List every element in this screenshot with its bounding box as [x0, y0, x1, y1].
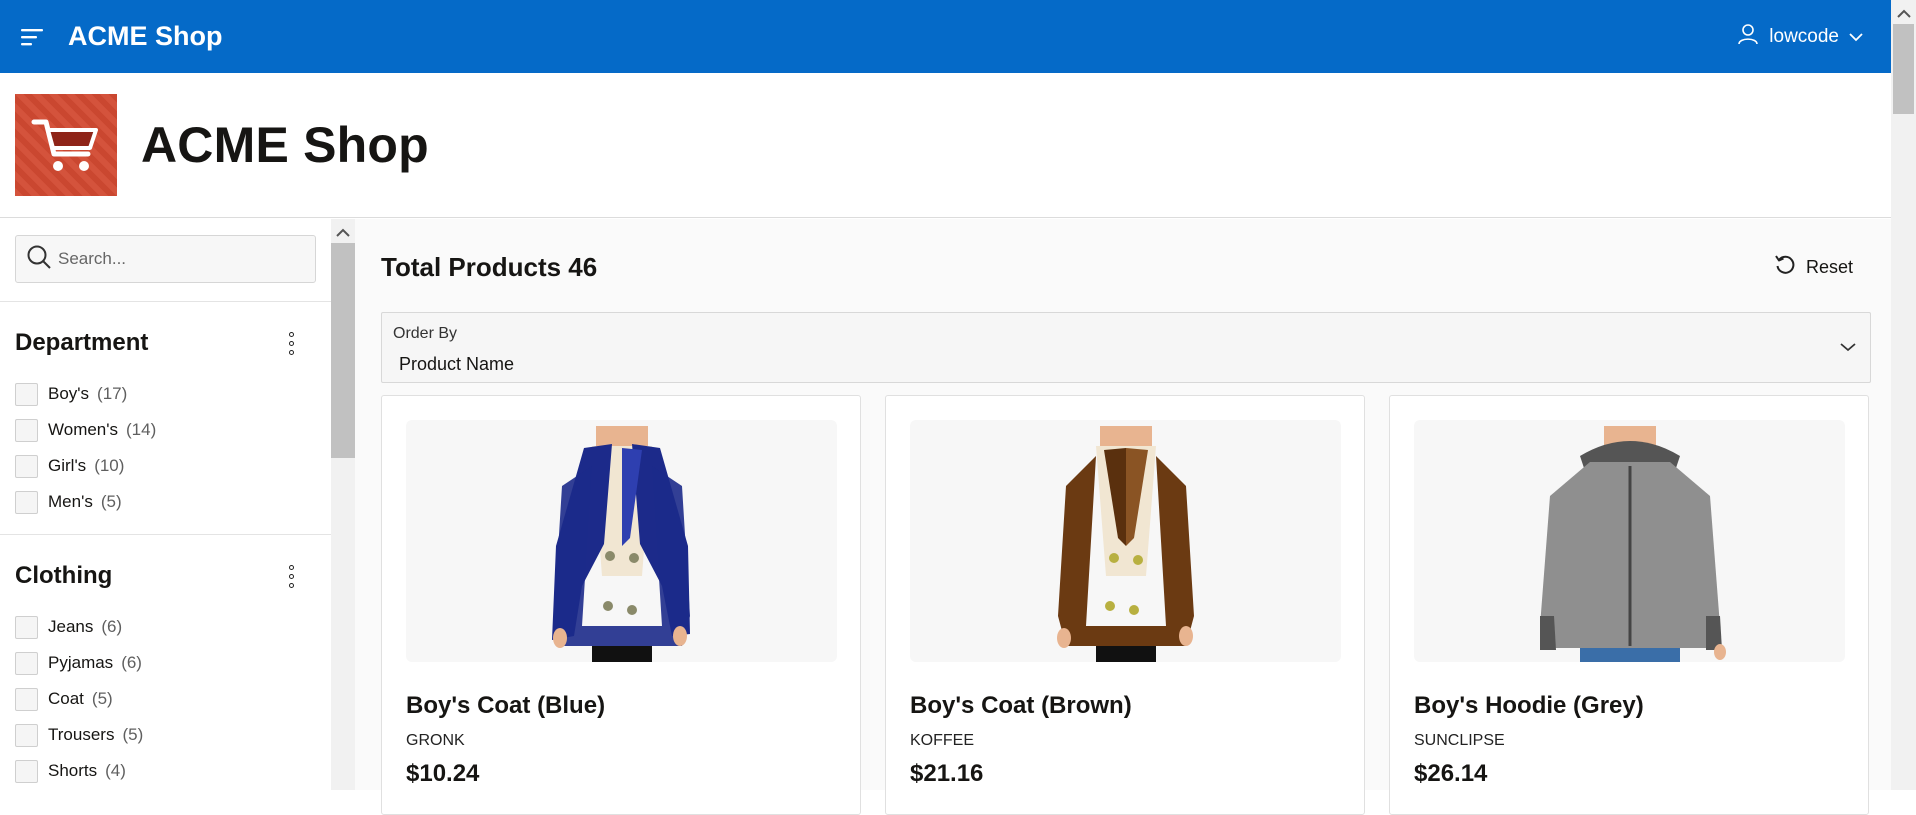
reset-label: Reset — [1805, 256, 1853, 277]
checkbox[interactable] — [15, 490, 38, 514]
product-name[interactable]: Boy's Hoodie (Grey) — [1414, 692, 1844, 720]
product-name[interactable]: Boy's Coat (Blue) — [406, 692, 836, 720]
facet-option[interactable]: Women's (14) — [15, 412, 331, 448]
user-menu[interactable]: lowcode — [1737, 0, 1863, 73]
checkbox[interactable] — [15, 418, 38, 442]
facet-option[interactable]: Boy's (17) — [15, 376, 331, 412]
facet-sidebar: Department Boy's (17) Women's (14) Girl's (… — [0, 219, 331, 790]
facet-option[interactable]: Shorts (4) — [15, 753, 331, 789]
facet-title: Department — [15, 329, 149, 356]
chevron-down-icon — [1849, 26, 1863, 48]
facet-option-count: (5) — [100, 492, 122, 511]
order-by-value: Product Name — [399, 354, 515, 374]
facet-department: Department Boy's (17) Women's (14) Girl's (… — [0, 302, 331, 535]
facet-option[interactable]: Pyjamas (6) — [15, 645, 331, 681]
more-options-icon[interactable] — [281, 561, 301, 591]
facet-option-label: Boy's — [48, 384, 90, 403]
page-header: ACME Shop — [0, 73, 1891, 218]
order-by-label: Order By — [393, 325, 458, 342]
product-image — [1414, 420, 1845, 662]
scrollbar-thumb[interactable] — [1893, 24, 1914, 114]
facet-option-count: (17) — [97, 384, 128, 403]
facet-option-count: (5) — [91, 689, 113, 708]
checkbox[interactable] — [15, 723, 38, 747]
scroll-up-icon[interactable] — [336, 225, 350, 243]
facet-option-label: Girl's — [48, 456, 87, 475]
facet-option-count: (14) — [126, 420, 157, 439]
product-brand: SUNCLIPSE — [1414, 732, 1505, 749]
facet-option-label: Trousers — [48, 725, 115, 744]
facet-option[interactable]: Coat (5) — [15, 681, 331, 717]
checkbox[interactable] — [15, 759, 38, 783]
product-card[interactable]: Boy's Coat (Blue) GRONK $10.24 — [381, 395, 861, 815]
facet-option-label: Shorts — [48, 761, 98, 780]
reset-button[interactable]: Reset — [1756, 248, 1871, 287]
facet-title: Clothing — [15, 562, 113, 589]
username-label: lowcode — [1769, 25, 1839, 47]
user-icon — [1737, 23, 1759, 51]
facet-option-label: Men's — [48, 492, 93, 511]
product-price: $26.14 — [1414, 760, 1488, 787]
top-navigation-bar: ACME Shop lowcode — [0, 0, 1891, 73]
product-brand: GRONK — [406, 732, 465, 749]
facet-option-count: (10) — [94, 456, 125, 475]
facet-option[interactable]: Trousers (5) — [15, 717, 331, 753]
product-results: Total Products 46 Reset Order By Product… — [355, 219, 1891, 815]
more-options-icon[interactable] — [281, 328, 301, 358]
facet-option[interactable]: Men's (5) — [15, 484, 331, 520]
facet-option-label: Jeans — [48, 617, 94, 636]
search-field[interactable] — [15, 235, 316, 283]
facet-option-count: (6) — [101, 617, 123, 636]
search-area — [0, 219, 331, 302]
order-by-select[interactable]: Order By Product Name — [381, 312, 1871, 383]
total-products: Total Products 46 — [381, 251, 598, 282]
scroll-up-icon[interactable] — [1897, 6, 1911, 24]
sidebar-scrollbar[interactable] — [331, 219, 355, 790]
product-card[interactable]: Boy's Hoodie (Grey) SUNCLIPSE $26.14 — [1389, 395, 1869, 815]
product-name[interactable]: Boy's Coat (Brown) — [910, 692, 1340, 720]
checkbox[interactable] — [15, 651, 38, 675]
product-price: $21.16 — [910, 760, 984, 787]
facet-option[interactable]: Girl's (10) — [15, 448, 331, 484]
undo-icon — [1774, 254, 1796, 281]
facet-option-count: (4) — [105, 761, 126, 780]
facet-option-count: (6) — [121, 653, 142, 672]
product-image — [910, 420, 1341, 662]
product-cards: Boy's Coat (Blue) GRONK $10.24 Boy's Coa… — [381, 395, 1871, 815]
scrollbar-thumb[interactable] — [331, 243, 355, 458]
page-scrollbar[interactable] — [1891, 0, 1916, 790]
facet-option-count: (5) — [122, 725, 144, 744]
product-brand: KOFFEE — [910, 732, 975, 749]
facet-option-label: Coat — [48, 689, 84, 708]
facet-option-label: Pyjamas — [48, 653, 114, 672]
product-card[interactable]: Boy's Coat (Brown) KOFFEE $21.16 — [885, 395, 1365, 815]
shopping-cart-icon — [15, 94, 117, 196]
product-price: $10.24 — [406, 760, 480, 787]
app-name[interactable]: ACME Shop — [68, 21, 223, 52]
results-header: Total Products 46 Reset — [381, 247, 1871, 287]
checkbox[interactable] — [15, 687, 38, 711]
hamburger-icon[interactable] — [0, 0, 66, 73]
chevron-down-icon — [1840, 339, 1856, 357]
facet-clothing: Clothing Jeans (6) Pyjamas (6) Coat (5) Tro… — [0, 535, 331, 790]
checkbox[interactable] — [15, 382, 38, 406]
facet-option-label: Women's — [48, 420, 119, 439]
checkbox[interactable] — [15, 615, 38, 639]
facet-option[interactable]: Jeans (6) — [15, 609, 331, 645]
product-image — [406, 420, 837, 662]
page-title: ACME Shop — [141, 117, 429, 173]
checkbox[interactable] — [15, 454, 38, 478]
search-input[interactable] — [58, 249, 298, 269]
search-icon — [26, 244, 52, 275]
